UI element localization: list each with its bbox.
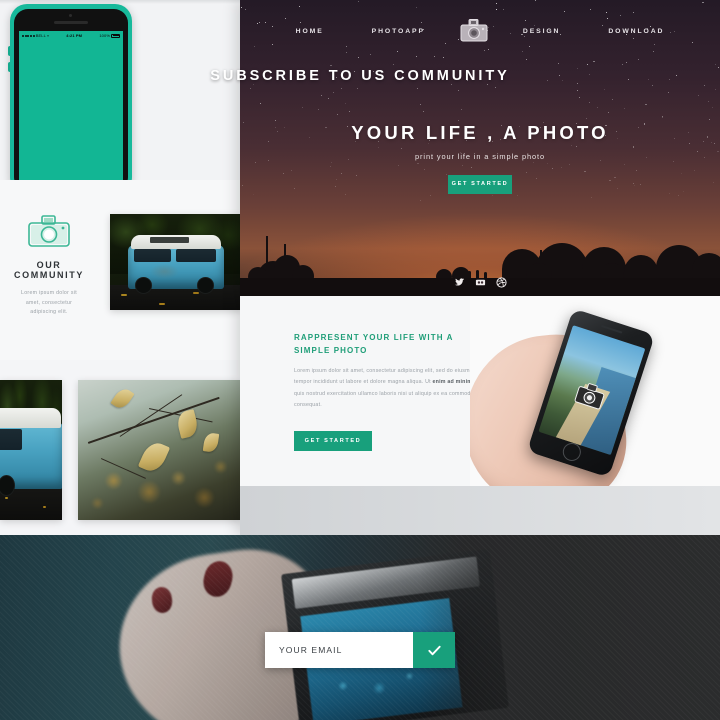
- hand-holding-phone-photo: [470, 296, 720, 486]
- feature-section: RAPPRESENT YOUR LIFE WITH A SIMPLE PHOTO…: [240, 296, 720, 486]
- feature-body-emphasis: enim ad minim: [433, 379, 473, 385]
- hero-section: HOME PHOTOAPP DESIGN DOWNLOAD YOUR LIFE …: [240, 0, 720, 296]
- blue-vw-van-photo: [110, 214, 242, 310]
- nav-item-download[interactable]: DOWNLOAD: [608, 28, 664, 35]
- feature-title: RAPPRESENT YOUR LIFE WITH A SIMPLE PHOTO: [294, 331, 484, 357]
- community-title: OUR COMMUNITY: [0, 260, 98, 280]
- front-camera-icon: [69, 14, 72, 17]
- nav-item-design[interactable]: DESIGN: [523, 28, 560, 35]
- hand-holding-camera-photo: [0, 535, 720, 720]
- signal-dots-icon: [22, 35, 35, 37]
- carrier-label: BELL: [36, 33, 46, 38]
- earpiece-speaker: [54, 21, 88, 24]
- feature-get-started-button[interactable]: GET STARTED: [294, 431, 372, 451]
- subscribe-section: [0, 535, 720, 720]
- phone-status-bar: BELL ▿ 4:21 PM 100%: [19, 31, 123, 40]
- status-clock: 4:21 PM: [49, 33, 99, 38]
- camera-outline-icon: [26, 214, 72, 248]
- dribbble-icon[interactable]: [496, 277, 507, 288]
- twitter-icon[interactable]: [454, 277, 465, 288]
- volume-up-button[interactable]: [8, 46, 10, 56]
- check-icon: [427, 643, 442, 658]
- hero-headline: YOUR LIFE , A PHOTO: [240, 122, 720, 144]
- phone-mockup-panel: BELL ▿ 4:21 PM 100%: [0, 0, 240, 180]
- camera-logo-icon[interactable]: [459, 18, 489, 44]
- flickr-icon[interactable]: [475, 277, 486, 288]
- community-description: Lorem ipsum dolor sit amet, consectetur …: [0, 289, 98, 318]
- battery-percent-label: 100%: [99, 33, 110, 38]
- subscribe-submit-button[interactable]: [413, 632, 455, 668]
- social-links: [240, 277, 720, 288]
- community-content: OUR COMMUNITY Lorem ipsum dolor sit amet…: [0, 214, 98, 318]
- footer-strip: [240, 486, 720, 535]
- subscribe-form: [265, 632, 455, 668]
- status-left: BELL ▿: [22, 33, 49, 38]
- hero-get-started-button[interactable]: GET STARTED: [448, 175, 512, 194]
- status-right: 100%: [99, 33, 120, 38]
- autumn-leaves-photo: [78, 380, 240, 520]
- phone-bezel: BELL ▿ 4:21 PM 100%: [14, 9, 128, 180]
- hero-subheadline: print your life in a simple photo: [240, 152, 720, 161]
- hero-content: YOUR LIFE , A PHOTO print your life in a…: [240, 122, 720, 194]
- main-navigation: HOME PHOTOAPP DESIGN DOWNLOAD: [240, 0, 720, 62]
- nav-item-home[interactable]: HOME: [296, 28, 324, 35]
- email-input[interactable]: [265, 632, 413, 668]
- feature-body: Lorem ipsum dolor sit amet, consectetur …: [294, 366, 494, 412]
- phone-screen: BELL ▿ 4:21 PM 100%: [19, 31, 123, 180]
- teal-phone-mockup: BELL ▿ 4:21 PM 100%: [10, 4, 132, 180]
- battery-full-icon: [111, 34, 120, 38]
- subscribe-title: SUBSCRIBE TO US COMMUNITY: [0, 68, 720, 84]
- page-root: BELL ▿ 4:21 PM 100% OUR COMMUNITY Lorem …: [0, 0, 720, 720]
- blue-vw-van-crop-photo: [0, 380, 62, 520]
- nav-item-photoapp[interactable]: PHOTOAPP: [372, 28, 425, 35]
